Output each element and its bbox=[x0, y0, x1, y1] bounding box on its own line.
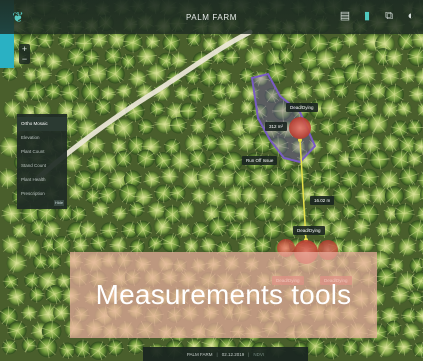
layer-item[interactable]: Prescription bbox=[17, 187, 67, 201]
document-icon[interactable]: ▤ bbox=[339, 9, 351, 23]
distance-measure-label[interactable]: 16.02 m bbox=[310, 196, 335, 205]
status-bar: PALM FARM | 02.12.2019 | NDVI bbox=[143, 347, 308, 361]
leaf-icon[interactable]: ❦ bbox=[10, 9, 26, 25]
zoom-in-button[interactable]: + bbox=[19, 44, 30, 54]
status-farm: PALM FARM bbox=[186, 351, 213, 357]
dead-dying-label[interactable]: Dead/Dying bbox=[286, 103, 318, 112]
layers-icon[interactable]: ⧉ bbox=[383, 9, 395, 23]
layer-item[interactable]: Plant Count bbox=[17, 145, 67, 159]
zoom-control: + − bbox=[19, 44, 30, 64]
layer-item[interactable]: Elevation bbox=[17, 131, 67, 145]
status-separator: | bbox=[216, 351, 218, 357]
toolbar: ▤ ▮ ⧉ ◐ bbox=[339, 9, 417, 23]
feature-caption: Measurements tools bbox=[70, 252, 377, 338]
layer-item[interactable]: Stand Count bbox=[17, 159, 67, 173]
layer-item[interactable]: Plant Health bbox=[17, 173, 67, 187]
dead-dying-marker[interactable] bbox=[289, 117, 311, 139]
dead-dying-label[interactable]: Dead/Dying bbox=[293, 226, 325, 235]
panel-hide-button[interactable]: Hide bbox=[54, 200, 64, 206]
layers-panel: Ortho Mosaic Elevation Plant Count Stand… bbox=[17, 114, 67, 209]
user-icon[interactable]: ◐ bbox=[405, 9, 417, 23]
ruler-icon[interactable]: ▮ bbox=[361, 9, 373, 23]
area-measure-label[interactable]: 312 m² bbox=[265, 122, 288, 131]
zoom-out-button[interactable]: − bbox=[19, 54, 30, 64]
status-separator: | bbox=[248, 351, 250, 357]
top-bar: ❦ PALM FARM ▤ ▮ ⧉ ◐ bbox=[0, 0, 423, 34]
status-extra: NDVI bbox=[253, 351, 265, 357]
layer-item[interactable]: Ortho Mosaic bbox=[17, 117, 67, 131]
farm-title: PALM FARM bbox=[185, 12, 238, 22]
run-off-label[interactable]: Run Off Issue bbox=[242, 156, 278, 165]
caption-text: Measurements tools bbox=[95, 279, 352, 310]
status-date: 02.12.2019 bbox=[221, 351, 245, 357]
